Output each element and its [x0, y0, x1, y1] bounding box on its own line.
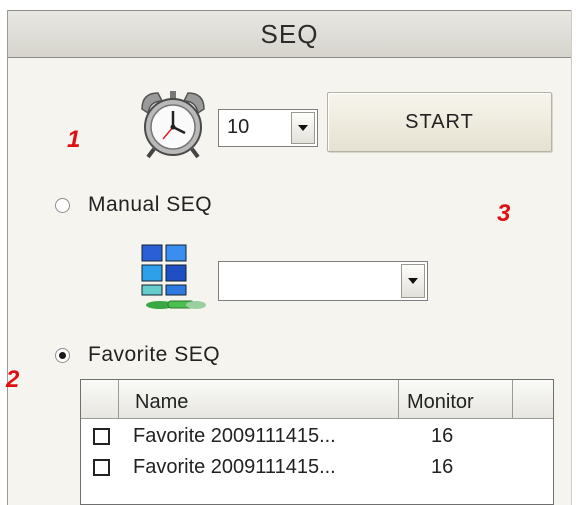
radio-selected-dot: [59, 352, 66, 359]
favorites-table[interactable]: Name Monitor Favorite 2009111415... 16 F…: [80, 379, 554, 505]
manual-seq-label: Manual SEQ: [88, 193, 213, 216]
row-name: Favorite 2009111415...: [133, 456, 336, 478]
alarm-clock-icon: [136, 87, 210, 159]
favorite-seq-label: Favorite SEQ: [88, 343, 221, 366]
interval-select[interactable]: 10: [218, 109, 318, 147]
group-select[interactable]: [218, 261, 428, 301]
row-monitor: 16: [431, 456, 454, 478]
row-checkbox[interactable]: [93, 459, 110, 476]
callout-3: 3: [497, 200, 511, 227]
column-header-monitor[interactable]: Monitor: [399, 380, 513, 418]
table-header: Name Monitor: [81, 380, 553, 419]
start-button[interactable]: START: [327, 92, 552, 152]
column-header-filler: [513, 380, 553, 418]
dropdown-arrow-icon[interactable]: [291, 112, 315, 144]
panel-title: SEQ: [260, 18, 319, 49]
callout-2: 2: [6, 366, 20, 393]
row-checkbox[interactable]: [93, 428, 110, 445]
row-monitor: 16: [431, 425, 454, 447]
interval-value: 10: [227, 116, 250, 138]
table-row[interactable]: Favorite 2009111415... 16: [81, 453, 553, 481]
favorite-seq-radio[interactable]: [55, 348, 70, 363]
network-group-icon: [138, 243, 212, 313]
row-name: Favorite 2009111415...: [133, 425, 336, 447]
callout-1: 1: [67, 126, 81, 153]
column-header-name[interactable]: Name: [119, 380, 399, 418]
table-row[interactable]: Favorite 2009111415... 16: [81, 422, 553, 450]
manual-seq-radio[interactable]: [55, 198, 70, 213]
dropdown-arrow-icon[interactable]: [401, 264, 425, 298]
column-header-select[interactable]: [81, 380, 119, 418]
panel-header: SEQ: [8, 10, 571, 58]
